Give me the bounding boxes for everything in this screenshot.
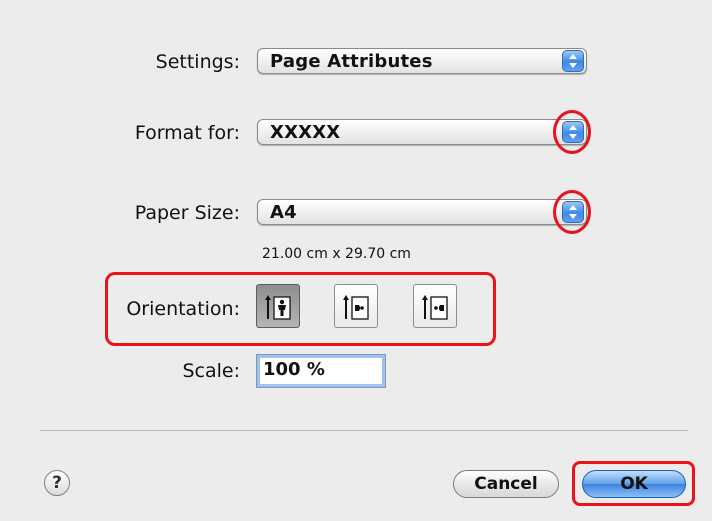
settings-label: Settings: [155,51,240,73]
settings-stepper-icon[interactable] [562,50,584,72]
orientation-portrait-button[interactable] [256,284,300,328]
landscape-left-orientation-icon [343,295,369,320]
paper-dimensions-text: 21.00 cm x 29.70 cm [262,246,411,262]
scale-input[interactable]: 100 % [256,354,386,388]
landscape-right-orientation-icon [422,295,448,320]
format-for-value: XXXXX [270,122,341,143]
help-button[interactable]: ? [44,470,70,496]
dialog-divider [40,430,688,431]
orientation-landscape-right-button[interactable] [413,284,457,328]
ok-button[interactable]: OK [582,470,686,498]
paper-size-value: A4 [270,202,297,223]
orientation-landscape-left-button[interactable] [334,284,378,328]
cancel-button[interactable]: Cancel [453,470,559,498]
format-for-popup[interactable]: XXXXX [257,119,587,145]
settings-value: Page Attributes [270,51,433,72]
paper-size-popup[interactable]: A4 [257,199,587,225]
settings-popup[interactable]: Page Attributes [257,48,587,74]
format-for-label: Format for: [134,122,240,144]
scale-label: Scale: [182,360,240,382]
paper-size-highlight-ring [553,190,591,234]
portrait-orientation-icon [265,295,291,320]
orientation-label: Orientation: [126,298,240,320]
paper-size-label: Paper Size: [134,202,240,224]
format-for-highlight-ring [553,110,591,154]
